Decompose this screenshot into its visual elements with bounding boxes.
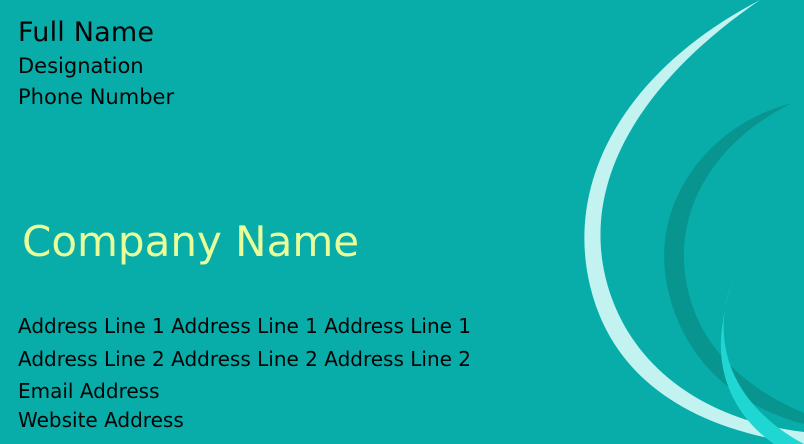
business-card: Full Name Designation Phone Number Compa… [0,0,804,444]
email-address: Email Address [18,379,160,403]
designation: Designation [18,54,144,78]
address-line-1: Address Line 1 Address Line 1 Address Li… [18,314,472,338]
website-address: Website Address [18,408,184,432]
phone-number: Phone Number [18,85,175,109]
company-name: Company Name [22,217,360,266]
address-line-2: Address Line 2 Address Line 2 Address Li… [18,347,472,371]
light-swoosh [584,0,804,444]
full-name: Full Name [18,17,155,48]
